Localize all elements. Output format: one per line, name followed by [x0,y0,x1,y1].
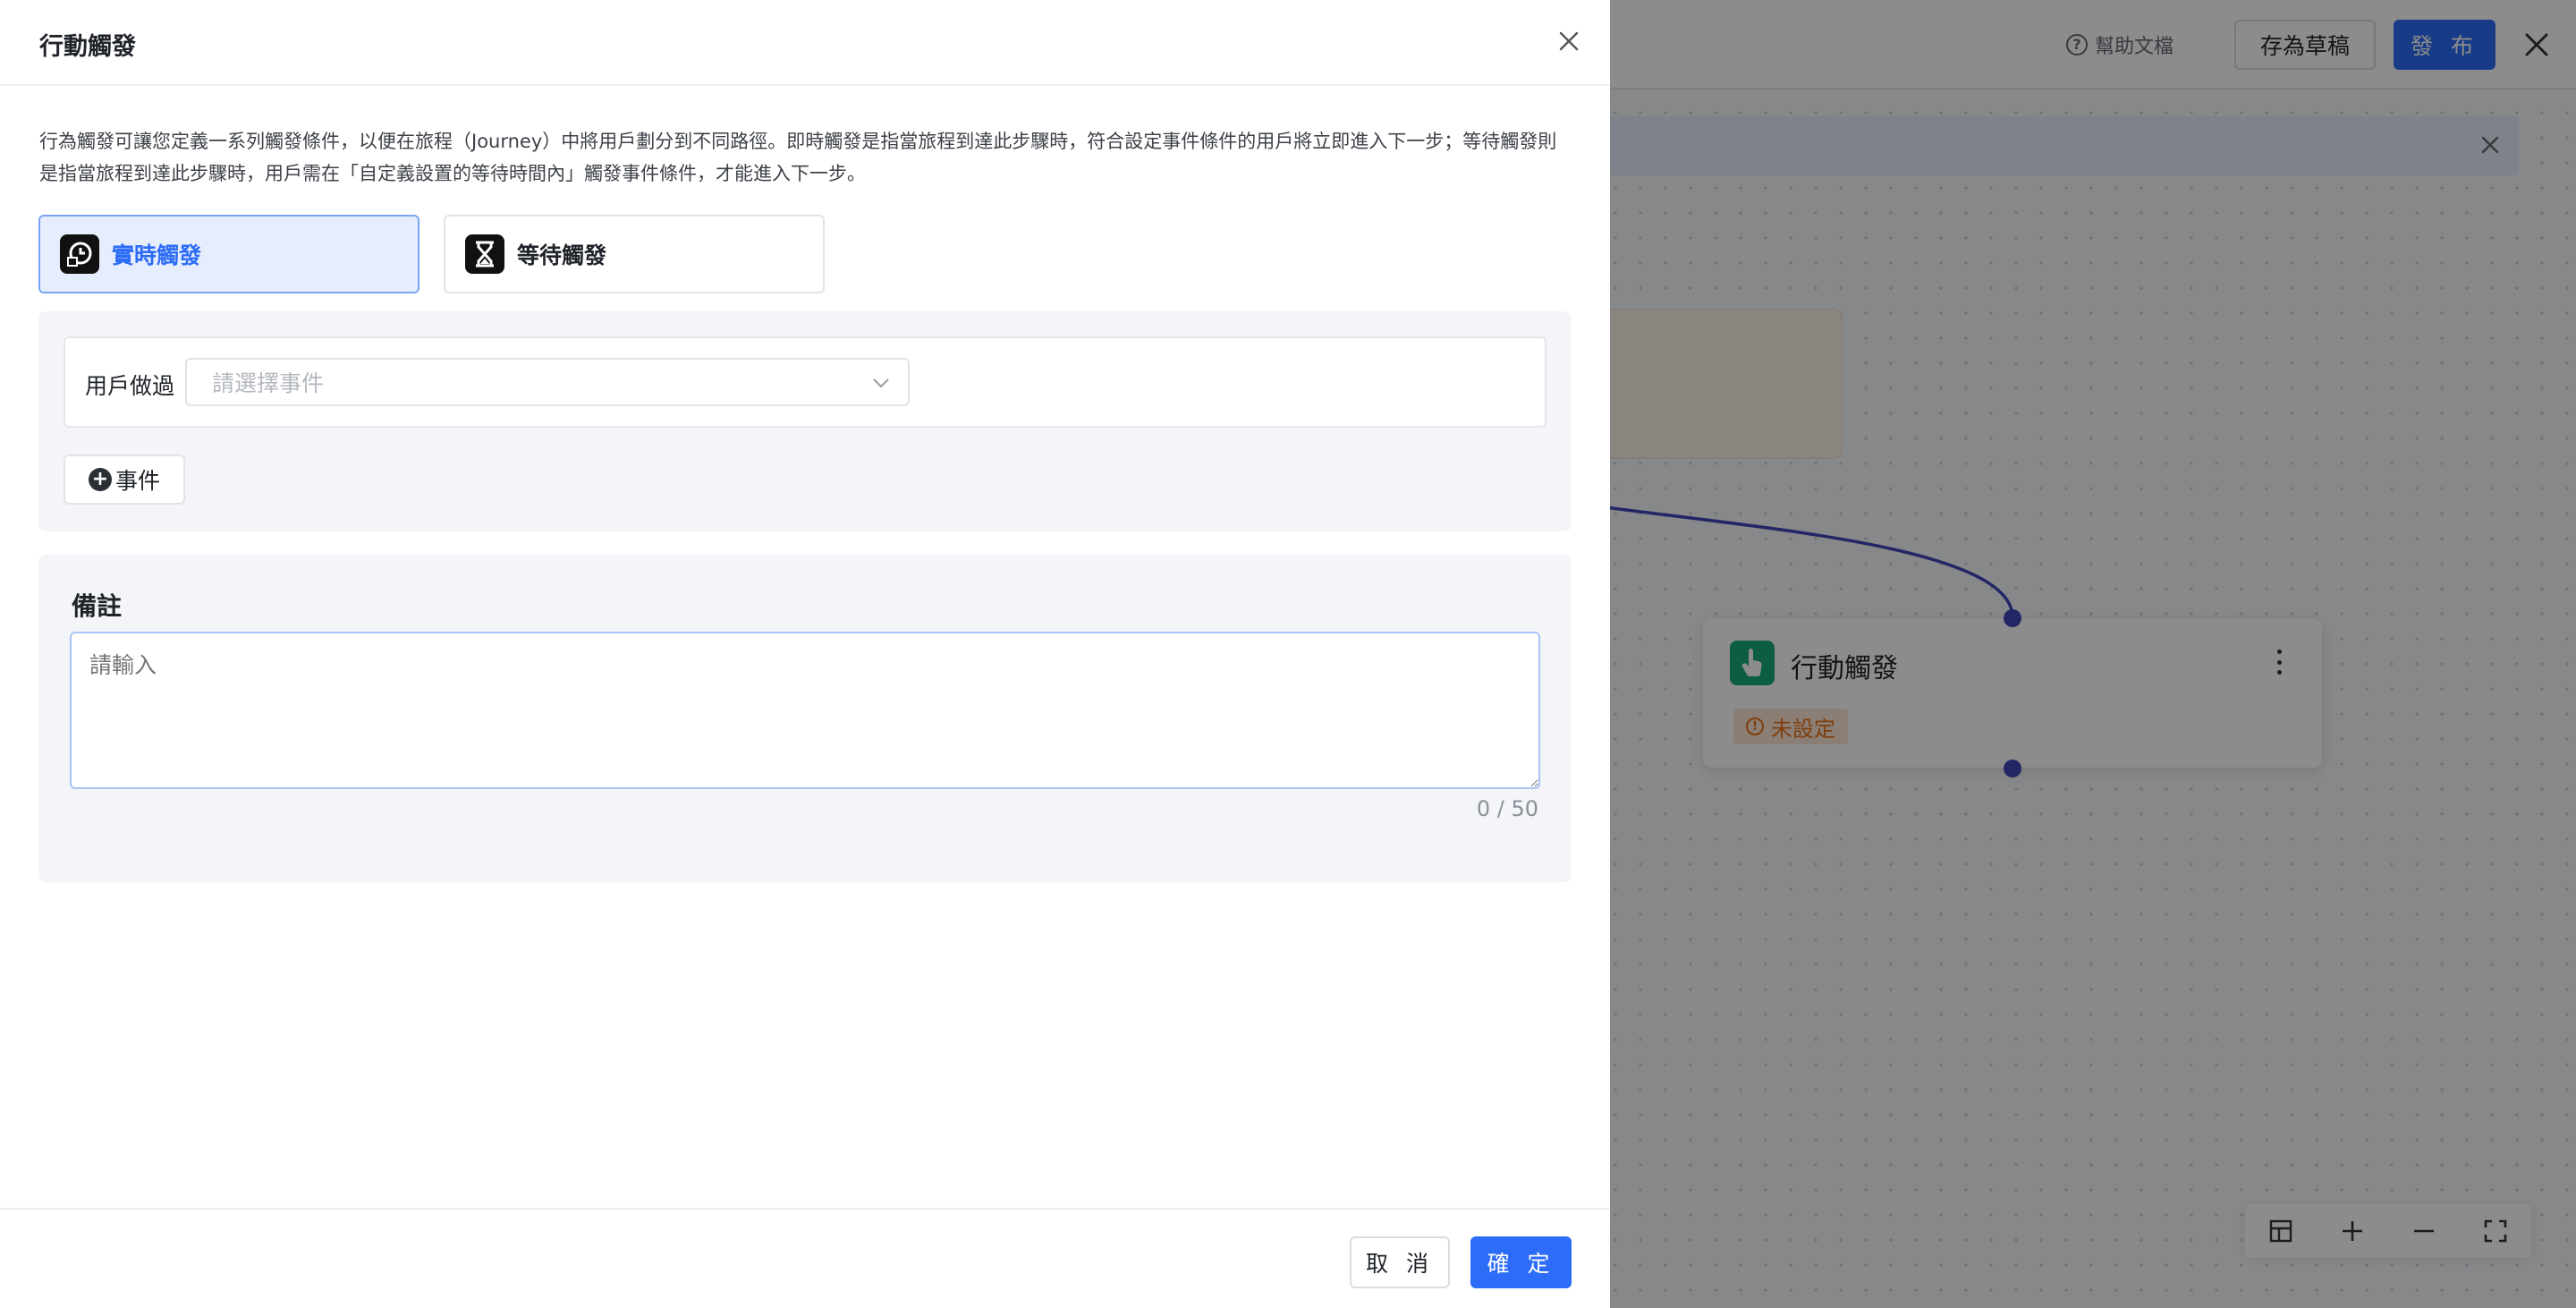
condition-panel: 用戶做過 請選擇事件 + 事件 [38,311,1572,531]
clock-user-icon [60,234,99,274]
add-event-button[interactable]: + 事件 [64,454,185,505]
add-event-label: 事件 [114,468,160,494]
drawer-title: 行動觸發 [39,33,136,61]
tab-wait-label: 等待觸發 [517,242,607,268]
tab-realtime-label: 實時觸發 [112,242,202,268]
event-select-placeholder: 請選擇事件 [212,370,325,396]
chevron-down-icon [870,374,892,392]
cancel-button[interactable]: 取 消 [1350,1236,1450,1288]
action-trigger-drawer: 行動觸發 行為觸發可讓您定義一系列觸發條件，以便在旅程（Journey）中將用戶… [0,0,1610,1308]
confirm-button[interactable]: 確 定 [1470,1236,1572,1288]
drawer-header: 行動觸發 [0,0,1610,86]
close-icon[interactable] [1555,27,1583,55]
drawer-footer: 取 消 確 定 [0,1208,1610,1308]
note-title: 備註 [72,591,123,621]
note-panel: 備註 0 / 50 [38,555,1572,882]
condition-row: 用戶做過 請選擇事件 [64,336,1546,428]
event-select[interactable]: 請選擇事件 [185,358,910,406]
note-textarea[interactable] [70,632,1540,789]
tab-wait-trigger[interactable]: 等待觸發 [444,215,825,293]
plus-circle-icon: + [88,468,112,491]
note-char-counter: 0 / 50 [1476,796,1538,821]
tab-realtime-trigger[interactable]: 實時觸發 [38,215,419,293]
drawer-description: 行為觸發可讓您定義一系列觸發條件，以便在旅程（Journey）中將用戶劃分到不同… [39,131,1557,184]
condition-label: 用戶做過 [85,373,175,399]
hourglass-icon [465,234,504,274]
